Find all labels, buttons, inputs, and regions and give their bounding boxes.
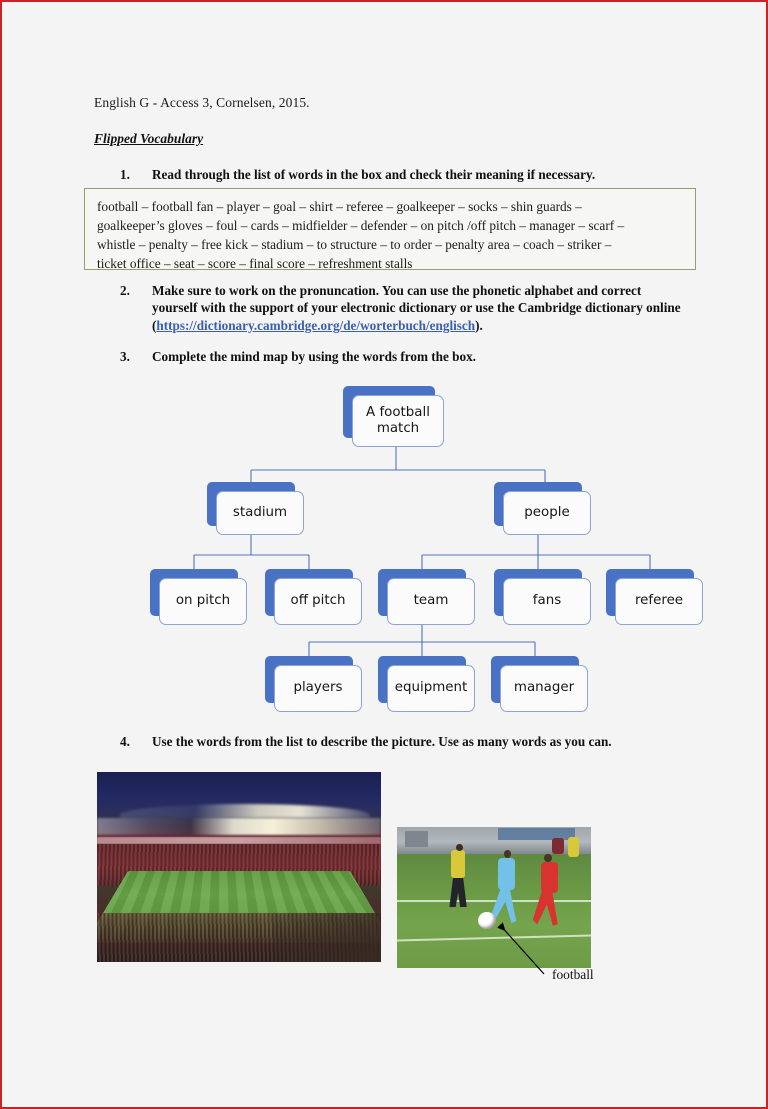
mindmap-node-players[interactable]: players — [265, 656, 362, 712]
mindmap-node-fans[interactable]: fans — [494, 569, 591, 625]
mindmap-node-equipment-label: equipment — [387, 665, 475, 712]
word-box-line: football – football fan – player – goal … — [97, 199, 582, 214]
mindmap-node-off-pitch-label: off pitch — [274, 578, 362, 625]
cambridge-dictionary-link[interactable]: https://dictionary.cambridge.org/de/wort… — [156, 318, 475, 333]
task-1-number: 1. — [120, 167, 130, 182]
task-2-number: 2. — [120, 283, 130, 298]
wall-blue-banner — [497, 828, 576, 840]
mindmap-node-referee[interactable]: referee — [606, 569, 703, 625]
pitch-line — [397, 900, 591, 903]
red-player-body — [540, 862, 558, 894]
task-1: 1. Read through the list of words in the… — [120, 166, 700, 183]
mindmap-node-on-pitch[interactable]: on pitch — [150, 569, 247, 625]
task-2-text: Make sure to work on the pronuncation. Y… — [152, 282, 686, 334]
task-3-text: Complete the mind map by using the words… — [152, 349, 476, 364]
background-referee — [567, 836, 580, 857]
task-4: 4. Use the words from the list to descri… — [120, 733, 700, 750]
mindmap-node-stadium[interactable]: stadium — [207, 482, 304, 535]
mindmap-node-on-pitch-label: on pitch — [159, 578, 247, 625]
background-player — [552, 838, 564, 854]
source-reference: English G - Access 3, Cornelsen, 2015. — [94, 95, 310, 110]
task-4-text: Use the words from the list to describe … — [152, 734, 612, 749]
stadium-foreground-shadow — [273, 912, 381, 962]
football-ball — [478, 911, 496, 929]
task-3: 3. Complete the mind map by using the wo… — [120, 348, 680, 365]
referee-body — [451, 849, 465, 878]
stadium-roof-far — [119, 804, 370, 818]
mindmap-node-people[interactable]: people — [494, 482, 591, 535]
mindmap-node-manager[interactable]: manager — [491, 656, 588, 712]
blue-player-head — [503, 849, 512, 858]
mindmap-node-referee-label: referee — [615, 578, 703, 625]
mindmap-node-people-label: people — [503, 491, 591, 535]
task-2-text-after-link: ). — [475, 317, 483, 333]
match-photo — [397, 827, 591, 968]
mindmap-node-team[interactable]: team — [378, 569, 475, 625]
pitch-line — [397, 934, 591, 942]
vocabulary-word-box: football – football fan – player – goal … — [84, 188, 696, 271]
task-3-number: 3. — [120, 349, 130, 364]
mindmap-node-players-label: players — [274, 665, 362, 712]
mindmap-node-root-label: A football match — [352, 395, 444, 447]
word-box-line: whistle – penalty – free kick – stadium … — [97, 236, 612, 252]
mindmap-node-root[interactable]: A football match — [343, 386, 444, 447]
task-2: 2. Make sure to work on the pronuncation… — [120, 282, 686, 334]
football-callout-label: football — [552, 967, 594, 982]
red-player-legs — [532, 889, 558, 926]
red-player-head — [544, 853, 553, 863]
stadium-upper-band — [97, 836, 381, 845]
mindmap-node-team-label: team — [387, 578, 475, 625]
task-4-number: 4. — [120, 734, 130, 749]
referee-legs — [449, 876, 467, 908]
wall-panel — [404, 831, 429, 847]
task-1-text: Read through the list of words in the bo… — [152, 167, 596, 182]
word-box-line: goalkeeper’s gloves – foul – cards – mid… — [97, 217, 625, 233]
mindmap-node-off-pitch[interactable]: off pitch — [265, 569, 362, 625]
blue-player-body — [497, 858, 516, 891]
page-sheet: English G - Access 3, Cornelsen, 2015. F… — [4, 4, 766, 1107]
mindmap-node-equipment[interactable]: equipment — [378, 656, 475, 712]
word-box-line: ticket office – seat – score – final sco… — [97, 255, 413, 271]
worksheet-page: English G - Access 3, Cornelsen, 2015. F… — [0, 0, 768, 1109]
page-title: Flipped Vocabulary — [94, 131, 204, 146]
stadium-photo — [97, 772, 381, 962]
stadium-roof-floodlights — [97, 817, 381, 835]
mindmap-node-fans-label: fans — [503, 578, 591, 625]
mindmap-node-manager-label: manager — [500, 665, 588, 712]
mindmap-node-stadium-label: stadium — [216, 491, 304, 535]
